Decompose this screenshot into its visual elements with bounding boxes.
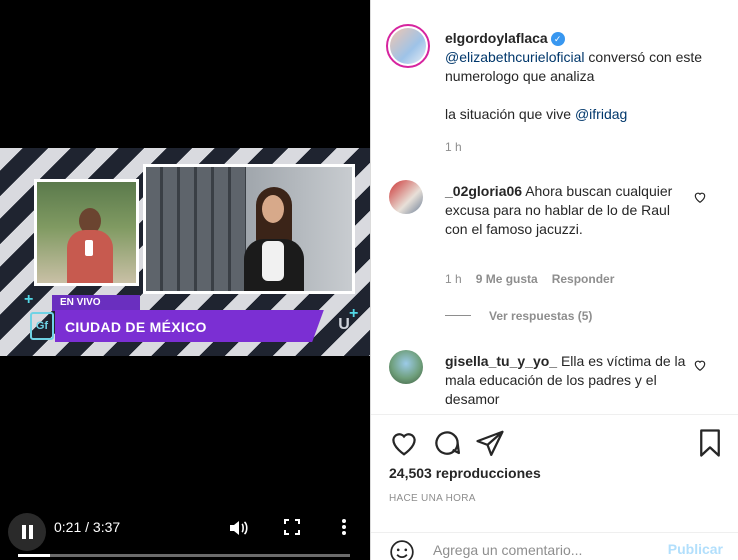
comment-input[interactable] xyxy=(433,539,653,560)
post-caption: elgordoylaflaca ✓ @elizabethcurieloficial… xyxy=(445,29,715,124)
post-timestamp: HACE UNA HORA xyxy=(389,493,476,504)
view-count[interactable]: 24,503 reproducciones xyxy=(389,465,541,481)
comment-composer: Publicar xyxy=(371,532,738,560)
verified-badge-icon: ✓ xyxy=(550,32,565,46)
comment-username[interactable]: gisella_tu_y_yo_ xyxy=(445,353,557,369)
caption-age: 1 h xyxy=(445,140,462,154)
channel-logo: Gf xyxy=(30,312,54,340)
comment-avatar[interactable] xyxy=(389,350,423,384)
volume-button[interactable] xyxy=(226,518,250,542)
guest-inset xyxy=(143,164,355,294)
more-vertical-icon xyxy=(342,519,346,535)
time-current: 0:21 xyxy=(54,519,82,535)
comment-likes[interactable]: 9 Me gusta xyxy=(476,272,538,286)
lockers-background xyxy=(146,167,246,291)
reply-button[interactable]: Responder xyxy=(552,272,615,286)
guest-figure xyxy=(238,187,308,291)
account-avatar[interactable] xyxy=(386,24,430,68)
heart-icon[interactable] xyxy=(389,428,419,458)
caption-mention-2[interactable]: @ifridag xyxy=(575,106,627,122)
comment-like-icon[interactable] xyxy=(693,190,707,204)
caption-mention[interactable]: @elizabethcurieloficial xyxy=(445,49,585,65)
post-panel: elgordoylaflaca ✓ @elizabethcurieloficial… xyxy=(370,0,738,560)
comment-body: gisella_tu_y_yo_ Ella es víctima de la m… xyxy=(445,352,690,409)
bookmark-icon[interactable] xyxy=(695,428,725,458)
emoji-icon[interactable] xyxy=(389,539,415,560)
reporter-figure xyxy=(67,208,113,283)
comment-body: _02gloria06 Ahora buscan cualquier excus… xyxy=(445,182,690,239)
video-player[interactable]: + + EN VIVO CIUDAD DE MÉXICO Gf U 0:21 /… xyxy=(0,0,370,560)
comment-meta: 1 h 9 Me gusta Responder xyxy=(445,272,614,286)
comment-avatar[interactable] xyxy=(389,180,423,214)
time-total: 3:37 xyxy=(92,519,121,535)
video-frame: + + EN VIVO CIUDAD DE MÉXICO Gf U xyxy=(0,148,370,356)
comment-like-icon[interactable] xyxy=(693,358,707,372)
actions-divider xyxy=(371,414,738,415)
plus-decoration-left: + xyxy=(24,291,34,308)
comment-icon[interactable] xyxy=(432,428,462,458)
view-replies-button[interactable]: Ver respuestas (5) xyxy=(445,309,592,323)
volume-icon xyxy=(230,521,248,535)
fullscreen-icon xyxy=(284,519,300,535)
caption-text-2: la situación que vive xyxy=(445,106,575,122)
live-tag: EN VIVO xyxy=(52,295,140,311)
comment-age: 1 h xyxy=(445,272,462,286)
time-separator: / xyxy=(85,519,93,535)
video-controls: 0:21 / 3:37 xyxy=(0,505,370,560)
action-bar xyxy=(387,428,727,458)
comment-username[interactable]: _02gloria06 xyxy=(445,183,522,199)
share-icon[interactable] xyxy=(475,428,505,458)
fullscreen-button[interactable] xyxy=(281,518,303,540)
progress-fill xyxy=(18,554,51,557)
more-options-button[interactable] xyxy=(334,518,354,540)
time-display: 0:21 / 3:37 xyxy=(54,519,120,535)
publish-button[interactable]: Publicar xyxy=(668,541,723,557)
network-logo: U xyxy=(338,316,350,333)
reporter-inset xyxy=(34,179,139,286)
progress-bar[interactable] xyxy=(18,554,350,557)
pause-button[interactable] xyxy=(8,513,46,551)
account-username[interactable]: elgordoylaflaca xyxy=(445,30,548,46)
location-banner: CIUDAD DE MÉXICO xyxy=(55,310,310,342)
